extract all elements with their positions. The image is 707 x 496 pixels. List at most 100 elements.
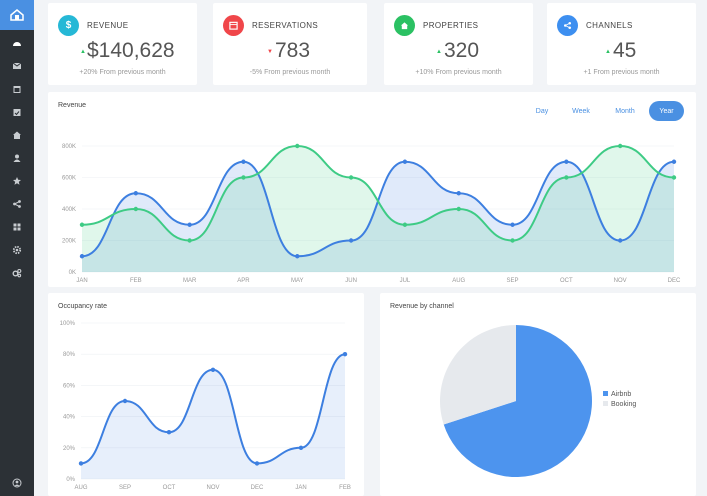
- x-tick-label: SEP: [507, 278, 519, 284]
- data-point: [342, 352, 348, 357]
- data-point: [254, 461, 260, 466]
- stat-value: 783: [275, 39, 311, 62]
- stat-label: CHANNELS: [586, 21, 633, 30]
- y-tick-label: 40%: [63, 415, 76, 421]
- stat-change: +10% From previous month: [415, 69, 502, 76]
- x-tick-label: OCT: [560, 278, 573, 284]
- data-point: [348, 175, 354, 180]
- x-tick-label: AUG: [74, 485, 87, 491]
- data-point: [564, 159, 569, 164]
- x-tick-label: DEC: [251, 485, 264, 491]
- x-tick-label: MAR: [183, 278, 197, 284]
- trend-up-icon: ▲: [436, 49, 442, 55]
- stat-card-channels: CHANNELS ▲ 45 +1 From previous month: [547, 3, 696, 85]
- star-icon[interactable]: [0, 172, 34, 190]
- stat-change: +1 From previous month: [583, 69, 660, 76]
- x-tick-label: MAY: [291, 278, 304, 284]
- stat-card-revenue: $ REVENUE ▲ $140,628 +20% From previous …: [48, 3, 197, 85]
- stat-value: 45: [613, 39, 637, 62]
- data-point: [295, 143, 300, 149]
- data-point: [402, 159, 408, 164]
- stat-value: 320: [444, 39, 480, 62]
- data-point: [298, 445, 304, 450]
- data-point: [166, 430, 172, 435]
- data-point: [617, 238, 623, 243]
- panel-title: Occupancy rate: [58, 303, 108, 310]
- calendar-icon[interactable]: [0, 80, 34, 98]
- tab-month[interactable]: Month: [609, 101, 641, 121]
- x-tick-label: JAN: [295, 485, 306, 491]
- x-tick-label: OCT: [163, 485, 176, 491]
- share-icon: [557, 15, 578, 36]
- x-tick-label: NOV: [614, 278, 627, 284]
- legend-swatch: [603, 391, 608, 396]
- y-tick-label: 200K: [62, 239, 76, 245]
- data-point: [564, 175, 569, 180]
- calendar-icon: [223, 15, 244, 36]
- data-point: [456, 206, 461, 212]
- x-tick-label: FEB: [339, 485, 351, 491]
- panel-title: Revenue by channel: [390, 303, 454, 310]
- data-point: [79, 254, 85, 259]
- data-point: [348, 238, 354, 243]
- x-tick-label: JAN: [76, 278, 87, 284]
- data-point: [671, 175, 677, 180]
- home-icon[interactable]: [0, 126, 34, 144]
- data-point: [78, 461, 84, 466]
- stat-card-reservations: RESERVATIONS ▼ 783 -5% From previous mon…: [213, 3, 367, 85]
- user-icon[interactable]: [0, 149, 34, 167]
- tab-year[interactable]: Year: [649, 101, 684, 121]
- dollar-icon: $: [58, 15, 79, 36]
- stat-change: +20% From previous month: [79, 69, 166, 76]
- y-tick-label: 20%: [63, 446, 76, 452]
- pie-chart: Airbnb Booking: [440, 325, 636, 477]
- dashboard-icon[interactable]: [0, 34, 34, 52]
- legend-swatch: [603, 401, 608, 406]
- tab-day[interactable]: Day: [528, 101, 556, 121]
- gears-icon[interactable]: [0, 264, 34, 282]
- user-circle-icon[interactable]: [0, 474, 34, 492]
- y-tick-label: 80%: [63, 352, 76, 358]
- trend-down-icon: ▼: [267, 49, 273, 55]
- data-point: [510, 238, 515, 243]
- data-point: [241, 175, 246, 180]
- trend-up-icon: ▲: [80, 49, 86, 55]
- data-point: [510, 222, 515, 227]
- data-point: [133, 191, 139, 196]
- y-tick-label: 400K: [62, 207, 76, 213]
- legend-label: Booking: [611, 401, 636, 408]
- x-tick-label: SEP: [119, 485, 131, 491]
- calendar-check-icon[interactable]: [0, 103, 34, 121]
- stat-card-properties: PROPERTIES ▲ 320 +10% From previous mont…: [384, 3, 533, 85]
- grid-icon[interactable]: [0, 218, 34, 236]
- x-tick-label: FEB: [130, 278, 142, 284]
- x-tick-label: JUN: [345, 278, 357, 284]
- stat-change: -5% From previous month: [249, 69, 331, 76]
- data-point: [210, 367, 216, 372]
- data-point: [241, 159, 246, 164]
- mail-icon[interactable]: [0, 57, 34, 75]
- y-tick-label: 100%: [60, 321, 76, 327]
- home-logo-icon[interactable]: [0, 0, 34, 30]
- data-point: [456, 191, 461, 196]
- occupancy-chart: 0% 20% 40% 60% 80% 100% AUG SEP OCT NOV DEC JAN FEB: [60, 321, 351, 491]
- x-tick-label: APR: [237, 278, 250, 284]
- revenue-chart: 0K 200K 400K 600K 800K JAN FEB MAR APR MAY JUN JUL A…: [62, 143, 681, 284]
- panel-title: Revenue: [58, 102, 87, 109]
- sidebar: [0, 0, 34, 496]
- data-point: [617, 143, 623, 149]
- home-icon: [394, 15, 415, 36]
- x-tick-label: DEC: [668, 278, 681, 284]
- y-tick-label: 0K: [69, 270, 76, 276]
- y-tick-label: 800K: [62, 144, 76, 150]
- stat-label: PROPERTIES: [423, 21, 479, 30]
- data-point: [122, 398, 128, 404]
- tab-week[interactable]: Week: [566, 101, 596, 121]
- gear-icon[interactable]: [0, 241, 34, 259]
- data-point: [79, 222, 85, 227]
- data-point: [671, 159, 677, 164]
- stat-value: $140,628: [87, 39, 175, 62]
- y-tick-label: 60%: [63, 383, 76, 389]
- stat-label: RESERVATIONS: [252, 21, 319, 30]
- share-icon[interactable]: [0, 195, 34, 213]
